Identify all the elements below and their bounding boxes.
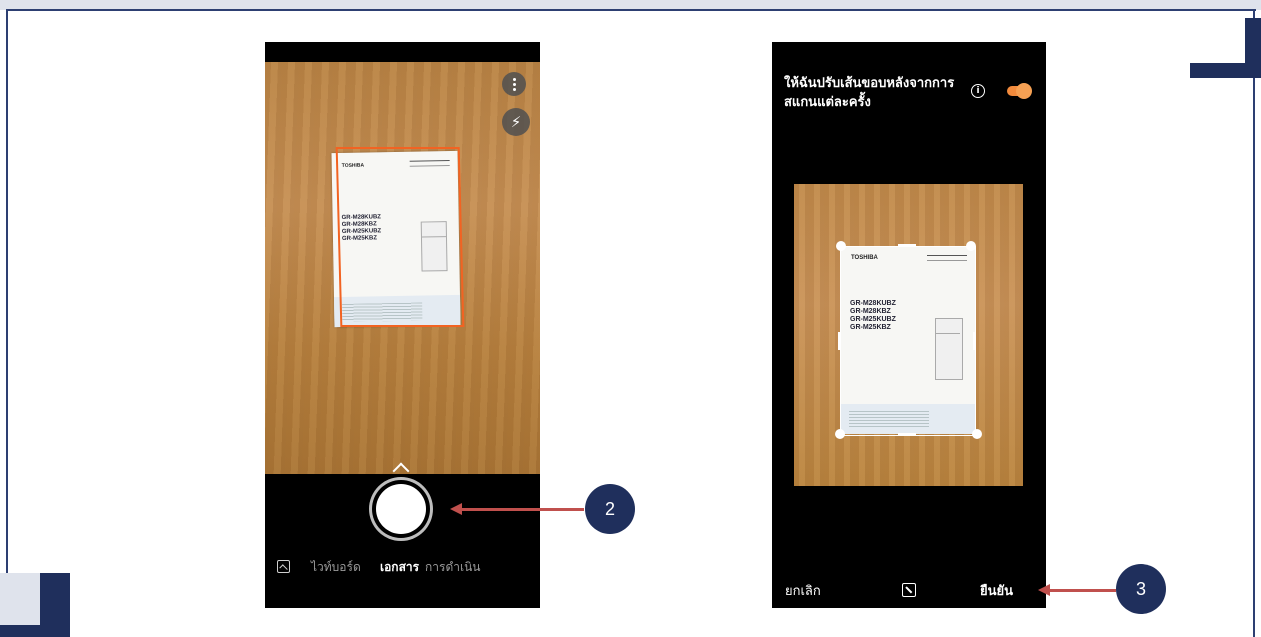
frame-left-line: [6, 9, 8, 637]
crop-screen: ให้ฉันปรับเส้นขอบหลังจากการสแกนแต่ละครั้…: [772, 42, 1046, 608]
document-model: GR-M28KBZ: [850, 308, 891, 315]
confirm-button[interactable]: ยืนยัน: [980, 580, 1013, 601]
document-brand: TOSHIBA: [851, 255, 878, 261]
frame-corner-top-right-cut: [1190, 18, 1245, 63]
callout-arrow-2: [462, 508, 584, 511]
crop-corner-bottom-right[interactable]: [972, 429, 982, 439]
crop-handle-right[interactable]: [973, 332, 976, 350]
document-model: GR-M25KBZ: [850, 324, 891, 331]
slide-frame: [0, 0, 1261, 637]
gallery-icon[interactable]: [277, 560, 290, 573]
mode-document[interactable]: เอกสาร: [380, 558, 419, 577]
captured-document: TOSHIBA GR-M28KUBZ GR-M28KBZ GR-M25KUBZ …: [841, 246, 975, 434]
document-models: GR-M28KUBZ GR-M28KBZ GR-M25KUBZ GR-M25KB…: [850, 300, 896, 332]
adjust-borders-title: ให้ฉันปรับเส้นขอบหลังจากการสแกนแต่ละครั้…: [784, 76, 955, 110]
frame-right-line: [1253, 9, 1255, 637]
cancel-button[interactable]: ยกเลิก: [785, 580, 821, 601]
document-header-lines: [927, 255, 967, 261]
crop-handle-bottom[interactable]: [898, 433, 916, 436]
crop-icon[interactable]: [902, 583, 916, 597]
crop-action-bar: ยกเลิก ยืนยัน: [772, 580, 1046, 600]
crop-corner-top-right[interactable]: [966, 241, 976, 251]
more-vertical-icon[interactable]: [502, 72, 526, 96]
crop-handle-left[interactable]: [838, 332, 841, 350]
fridge-illustration: [935, 318, 963, 380]
camera-viewfinder: TOSHIBA GR-M28KUBZ GR-M28KBZ GR-M25KUBZ …: [265, 62, 540, 474]
crop-corner-bottom-left[interactable]: [835, 429, 845, 439]
mode-bar-fade: [480, 558, 540, 578]
mode-whiteboard[interactable]: ไวท์บอร์ด: [311, 558, 361, 577]
callout-arrowhead-2: [450, 503, 462, 515]
step-badge-2: 2: [585, 484, 635, 534]
callout-arrowhead-3: [1038, 584, 1050, 596]
crop-corner-top-left[interactable]: [836, 241, 846, 251]
document-model: GR-M25KUBZ: [850, 316, 896, 323]
frame-top-line: [6, 9, 1256, 11]
mode-actions[interactable]: การดำเนิน: [425, 558, 481, 577]
document-model: GR-M28KUBZ: [850, 300, 896, 307]
document-detection-border: [335, 147, 465, 327]
info-icon[interactable]: i: [971, 84, 985, 98]
frame-corner-bottom-left-cut: [0, 573, 40, 625]
crop-handle-top[interactable]: [898, 244, 916, 247]
adjust-borders-toggle[interactable]: [1007, 83, 1032, 99]
flash-auto-icon[interactable]: ⚡: [502, 108, 530, 136]
callout-arrow-3: [1050, 589, 1116, 592]
camera-screen: TOSHIBA GR-M28KUBZ GR-M28KBZ GR-M25KUBZ …: [265, 42, 540, 608]
camera-mode-bar: ไวท์บอร์ด เอกสาร การดำเนิน: [265, 558, 540, 578]
document-footer-text: [849, 411, 929, 429]
shutter-button[interactable]: [376, 484, 426, 534]
step-badge-3: 3: [1116, 564, 1166, 614]
